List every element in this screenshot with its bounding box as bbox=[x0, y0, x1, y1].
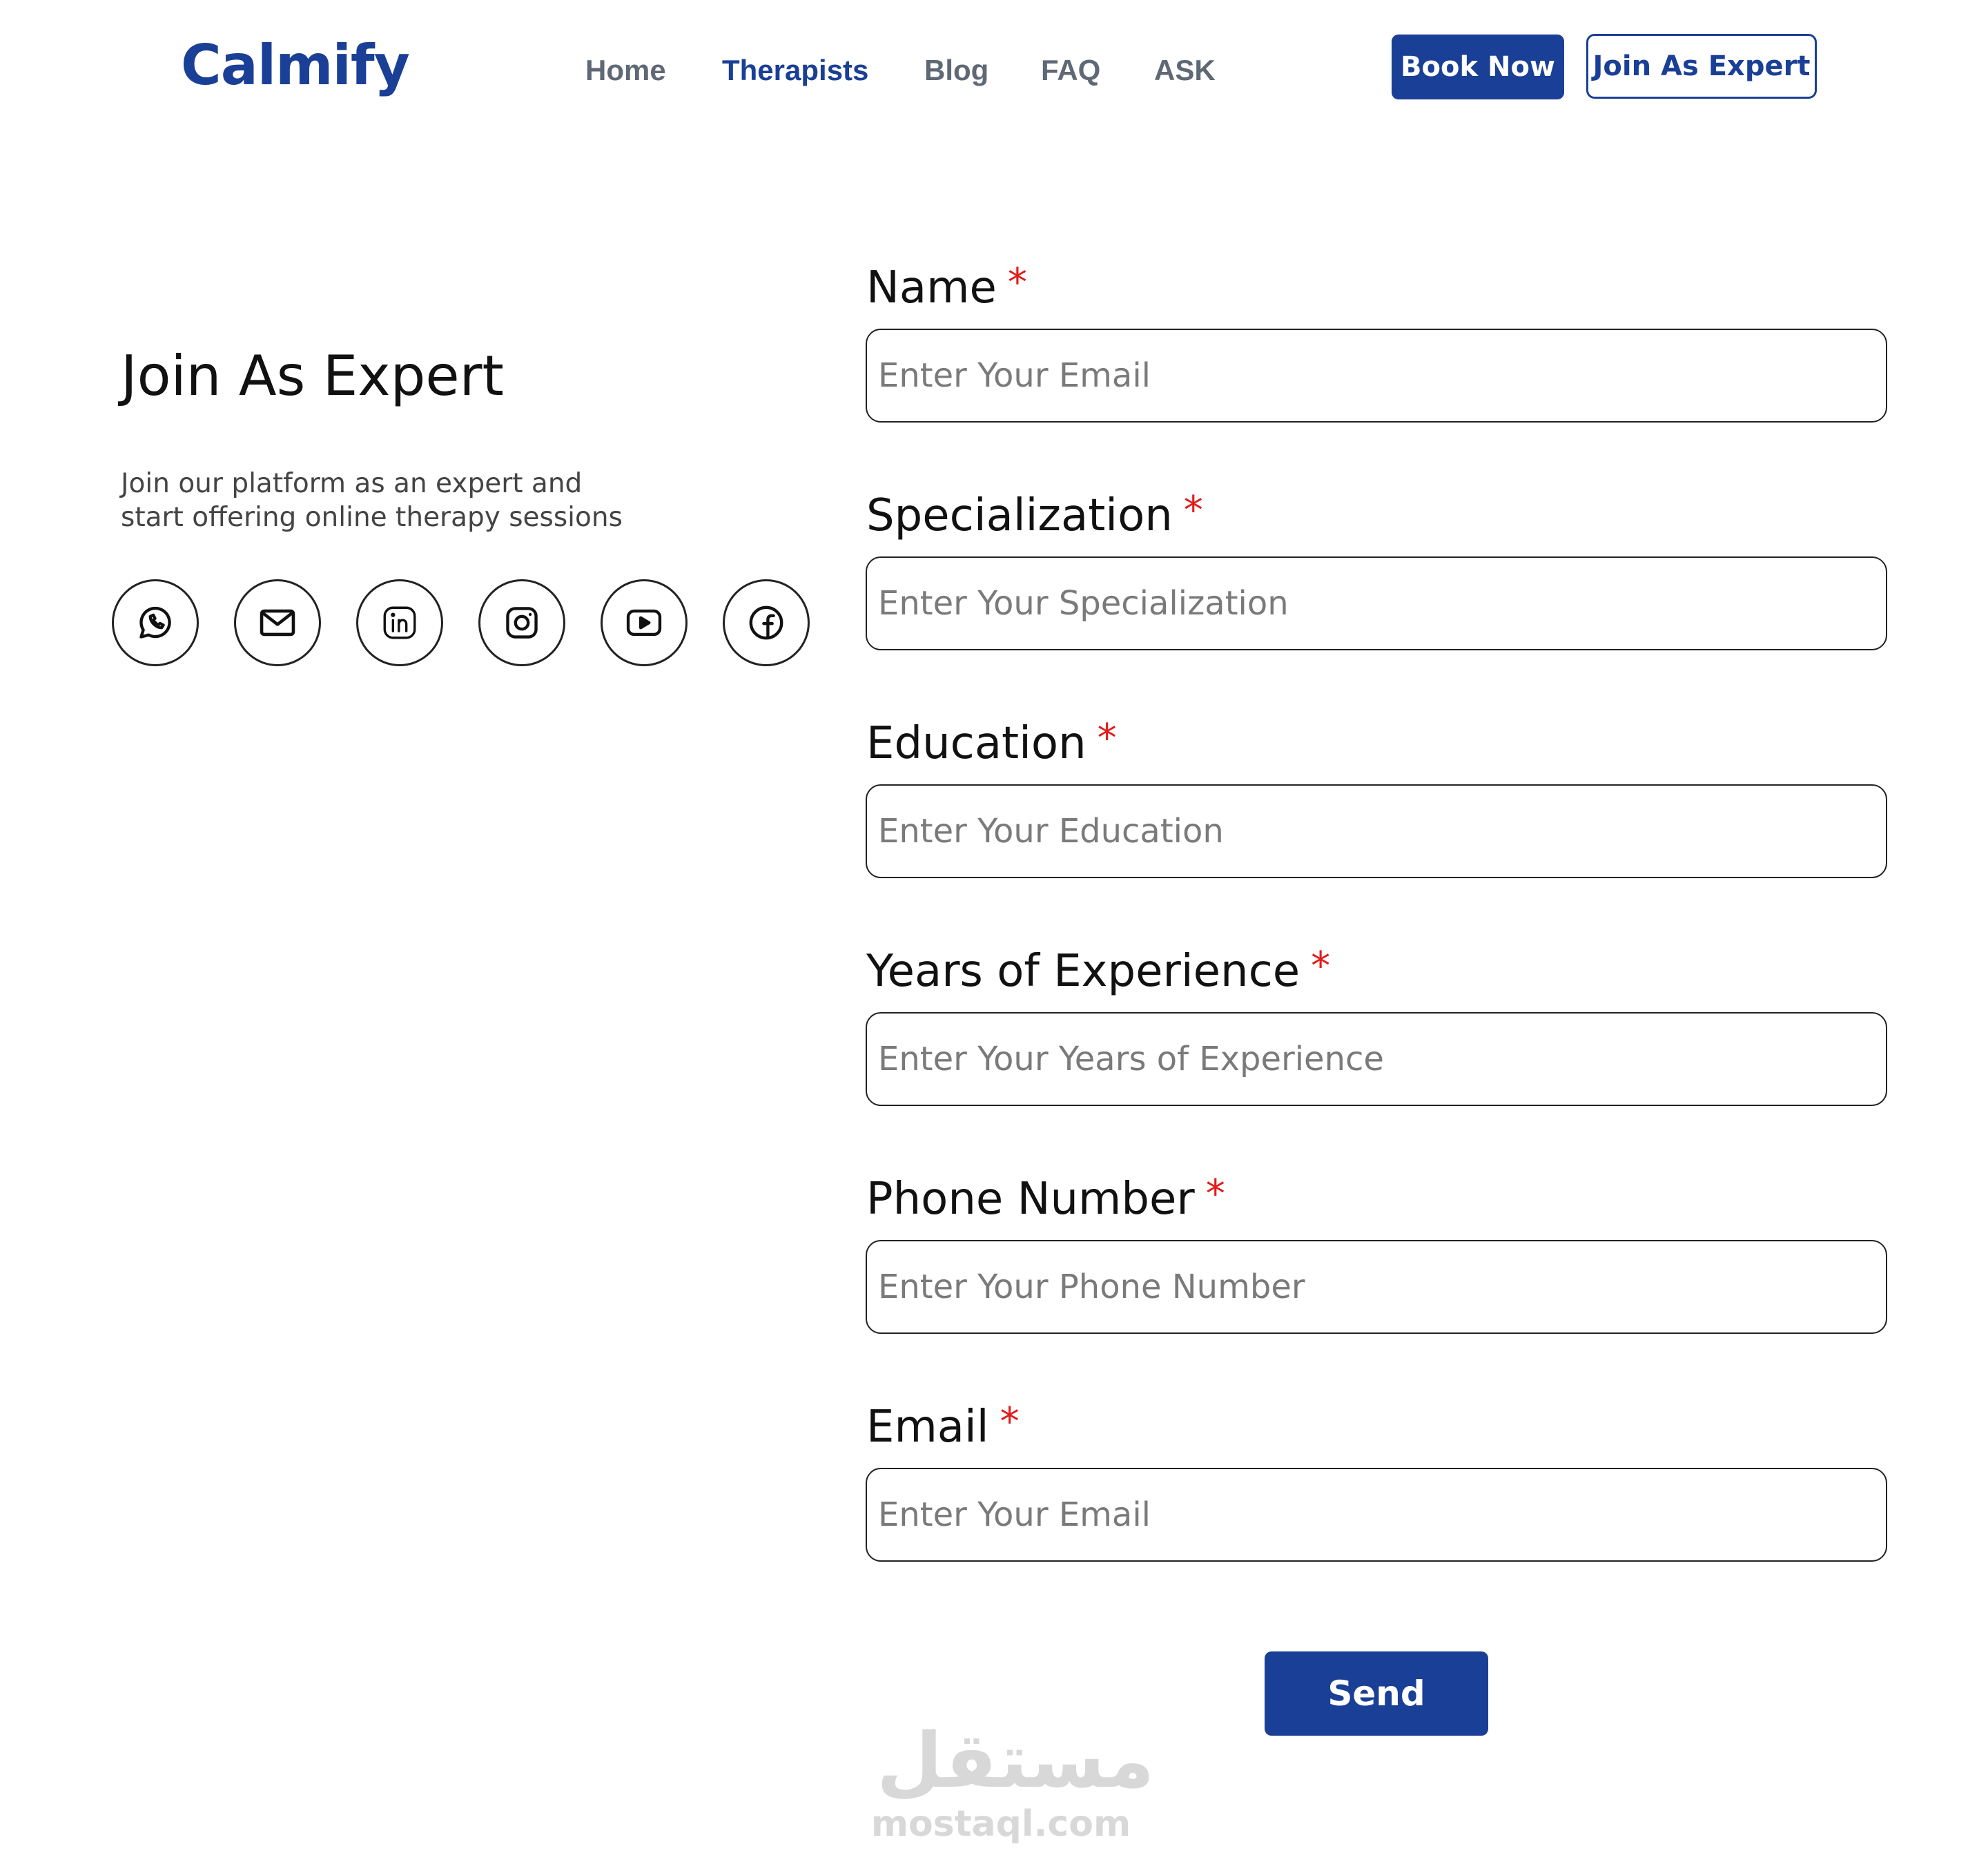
nav-faq[interactable]: FAQ bbox=[1041, 54, 1100, 87]
page-title: Join As Expert bbox=[121, 344, 504, 408]
required-mark: * bbox=[1183, 488, 1203, 533]
nav-therapists[interactable]: Therapists bbox=[722, 54, 868, 87]
email-field[interactable] bbox=[866, 1468, 1887, 1562]
education-label: Education * bbox=[866, 716, 1117, 769]
required-mark: * bbox=[1205, 1172, 1225, 1216]
specialization-field[interactable] bbox=[866, 556, 1887, 650]
facebook-icon[interactable] bbox=[723, 579, 810, 666]
education-field[interactable] bbox=[866, 784, 1887, 878]
join-as-expert-button[interactable]: Join As Expert bbox=[1586, 34, 1817, 99]
phone-label: Phone Number * bbox=[866, 1172, 1225, 1225]
required-mark: * bbox=[1311, 944, 1331, 989]
nav-blog[interactable]: Blog bbox=[924, 54, 988, 87]
intro-description: Join our platform as an expert and start… bbox=[121, 467, 673, 534]
whatsapp-icon[interactable] bbox=[112, 579, 199, 666]
experience-label: Years of Experience * bbox=[866, 944, 1331, 997]
intro-line-2: start offering online therapy sessions bbox=[121, 502, 623, 533]
email-label: Email * bbox=[866, 1399, 1020, 1453]
linkedin-icon[interactable] bbox=[356, 579, 443, 666]
required-mark: * bbox=[1097, 716, 1117, 761]
brand-logo[interactable]: Calmify bbox=[181, 33, 410, 97]
youtube-icon[interactable] bbox=[601, 579, 688, 666]
phone-field[interactable] bbox=[866, 1240, 1887, 1334]
required-mark: * bbox=[1007, 260, 1027, 305]
specialization-label: Specialization * bbox=[866, 488, 1203, 541]
nav-home[interactable]: Home bbox=[585, 54, 666, 87]
email-icon[interactable] bbox=[234, 579, 321, 666]
nav-ask[interactable]: ASK bbox=[1154, 54, 1216, 87]
name-label: Name * bbox=[866, 260, 1027, 313]
watermark-arabic: مستقل bbox=[877, 1716, 1155, 1805]
send-button[interactable]: Send bbox=[1265, 1651, 1488, 1736]
book-now-button[interactable]: Book Now bbox=[1392, 35, 1564, 99]
name-field[interactable] bbox=[866, 329, 1887, 423]
experience-field[interactable] bbox=[866, 1012, 1887, 1106]
required-mark: * bbox=[1000, 1399, 1020, 1444]
watermark-url: mostaql.com bbox=[870, 1803, 1131, 1845]
instagram-icon[interactable] bbox=[478, 579, 565, 666]
intro-line-1: Join our platform as an expert and bbox=[121, 468, 583, 499]
